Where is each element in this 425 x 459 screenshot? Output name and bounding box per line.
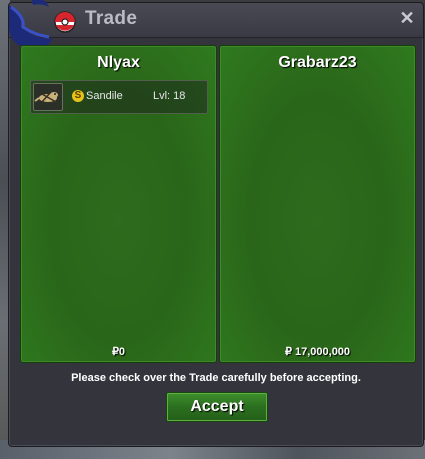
right-money-amount: ₽ 17,000,000 <box>284 346 351 358</box>
accept-button[interactable]: Accept <box>166 392 268 422</box>
trade-item-row[interactable]: S Sandile Lvl: 18 <box>30 80 208 114</box>
trade-notice: Please check over the Trade carefully be… <box>71 372 361 384</box>
sandile-sprite-icon <box>33 83 63 111</box>
right-trade-panel: Grabarz23 ₽ 17,000,000 <box>219 45 416 363</box>
left-money-amount: ₽0 <box>111 346 126 358</box>
left-trade-panel: Nlyax S Sandile Lvl: 18 ₽0 <box>20 45 217 363</box>
item-level: Lvl: 18 <box>153 90 186 102</box>
right-player-name: Grabarz23 <box>278 54 357 71</box>
left-player-name: Nlyax <box>97 54 140 71</box>
item-name: Sandile <box>86 90 123 102</box>
trade-window: Trade ✕ Nlyax S Sandile Lvl: 18 ₽0 Graba… <box>8 0 424 447</box>
window-title: Trade <box>85 8 138 29</box>
currency-badge-icon: S <box>72 90 84 102</box>
close-icon[interactable]: ✕ <box>397 8 417 28</box>
